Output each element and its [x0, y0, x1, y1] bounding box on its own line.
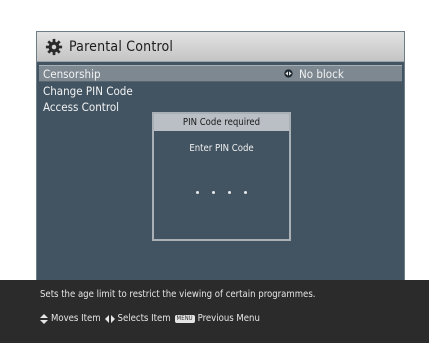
gear-icon: [45, 38, 63, 55]
menu-item-label: Access Control: [43, 99, 120, 114]
menu-item-label: Change PIN Code: [43, 83, 133, 98]
pin-digit-placeholder: [228, 191, 231, 194]
pin-digit-placeholder: [196, 191, 199, 194]
pin-digit-placeholder: [212, 191, 215, 194]
help-text: Sets the age limit to restrict the viewi…: [40, 289, 316, 300]
dialog-prompt: Enter PIN Code: [189, 143, 254, 154]
pin-digit-placeholder: [244, 191, 247, 194]
key-hint-previous-menu: Previous Menu: [197, 313, 260, 324]
key-hint-move: Moves Item: [51, 313, 101, 324]
censorship-value-text: No block: [299, 66, 344, 81]
left-right-arrow-icon: [284, 69, 293, 78]
pin-code-dialog: PIN Code required Enter PIN Code: [152, 112, 291, 241]
pin-code-input[interactable]: [154, 191, 289, 194]
censorship-value[interactable]: No block: [284, 67, 344, 81]
left-right-arrow-icon: [104, 314, 115, 323]
up-down-arrow-icon: [40, 313, 48, 324]
dialog-title: PIN Code required: [154, 114, 289, 131]
key-legend: Moves Item Selects Item MENU Previous Me…: [40, 313, 264, 324]
help-footer: Sets the age limit to restrict the viewi…: [0, 280, 429, 343]
parental-control-panel: Parental Control Censorship No block Cha…: [36, 31, 405, 283]
menu-item-label: Censorship: [43, 66, 101, 81]
menu-key-icon: MENU: [174, 314, 195, 323]
menu-item-censorship[interactable]: Censorship No block: [39, 65, 402, 82]
panel-header: Parental Control: [37, 32, 404, 62]
menu-item-change-pin-code[interactable]: Change PIN Code: [39, 83, 402, 98]
key-hint-select: Selects Item: [117, 313, 171, 324]
page-title: Parental Control: [69, 38, 174, 55]
